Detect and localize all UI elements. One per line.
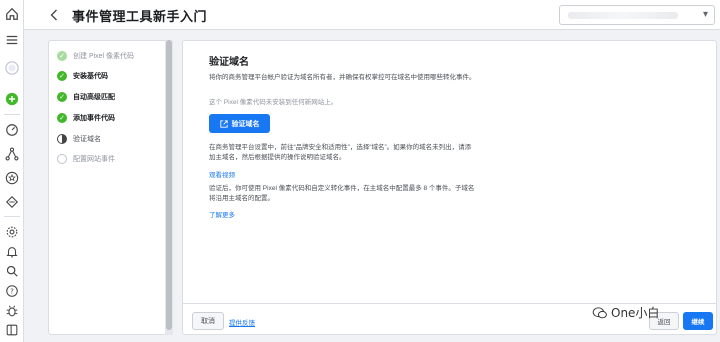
step-item: 配置网站事件 [57,154,115,164]
check-icon: ✓ [57,51,67,61]
step-item-current[interactable]: 验证域名 [57,134,101,144]
feedback-link[interactable]: 提供反馈 [229,317,255,327]
check-icon: ✓ [57,113,67,123]
step-label: 添加事件代码 [73,115,115,122]
bell-icon[interactable] [4,244,20,260]
check-icon: ✓ [57,92,67,102]
page-title: 事件管理工具新手入门 [72,9,208,24]
collapse-panel-icon[interactable] [4,322,20,338]
create-plus-icon[interactable] [4,91,20,107]
section-title: 验证域名 [209,57,249,68]
step-item[interactable]: ✓ 添加事件代码 [57,113,115,123]
svg-text:?: ? [10,288,14,296]
wechat-icon [592,306,607,318]
scrollbar-thumb[interactable] [166,40,172,330]
pixel-status-note: 这个 Pixel 像素代码未安装到任何新网站上。 [209,99,338,106]
step-label: 自动高级匹配 [73,94,115,101]
step-label: 验证域名 [73,136,101,143]
steps-panel: ✓ 创建 Pixel 像素代码 ✓ 安装基代码 ✓ 自动高级匹配 ✓ 添加事件代… [48,40,172,335]
verification-info-line: 验证后，你可使用 Pixel 像素代码和自定义转化事件，在主域名中配置最多 8 … [209,185,475,192]
avatar[interactable] [4,60,20,76]
dashboard-gauge-icon[interactable] [4,122,20,138]
learn-more-link[interactable]: 了解更多 [209,209,235,219]
check-icon: ✓ [57,71,67,81]
watermark: One小白 [592,304,659,321]
search-icon[interactable] [4,263,20,279]
watch-video-link[interactable]: 观看视频 [209,169,235,179]
help-icon[interactable]: ? [4,283,20,299]
menu-icon[interactable] [4,32,20,48]
verify-domain-button[interactable]: 验证域名 [209,114,270,133]
step-label: 创建 Pixel 像素代码 [73,53,135,60]
bug-report-icon[interactable] [4,303,20,319]
chevron-down-icon: ▾ [702,9,708,20]
half-circle-icon [57,134,67,144]
star-icon[interactable] [4,170,20,186]
step-item[interactable]: ✓ 创建 Pixel 像素代码 [57,51,134,61]
steps-scrollbar[interactable] [165,40,173,335]
page-header: 事件管理工具新手入门 ▾ [24,0,720,30]
step-label: 配置网站事件 [73,156,115,163]
step-item[interactable]: ✓ 自动高级匹配 [57,92,115,102]
settings-gear-icon[interactable] [4,224,20,240]
verification-info-line: 将沿用主域名的配置。 [209,195,274,202]
section-description: 将你的商务管理平台帐户验证为域名所有者，并确保有权掌控可在域名中使用哪些转化事件… [209,74,476,81]
main-card: 验证域名 将你的商务管理平台帐户验证为域名所有者，并确保有权掌控可在域名中使用哪… [182,40,717,335]
instructions-line: 在商务管理平台设置中，前往“品牌安全和适用性”，选择“域名”。如果你的域名未列出… [209,144,472,151]
step-label: 安装基代码 [73,73,108,80]
cancel-button[interactable]: 取消 [192,312,224,330]
diamond-icon[interactable] [4,194,20,210]
watermark-text: One小白 [611,306,660,320]
empty-circle-icon [57,154,67,164]
left-nav-rail: ? [0,0,24,342]
step-item[interactable]: ✓ 安装基代码 [57,71,108,81]
instructions-line: 加主域名，然后根据提供的操作说明验证域名。 [209,154,346,161]
continue-button[interactable]: 继续 [683,312,713,330]
back-chevron-icon[interactable] [46,6,62,24]
external-link-icon [219,119,228,128]
home-icon[interactable] [4,6,20,22]
verify-domain-button-label: 验证域名 [231,120,260,128]
account-selector[interactable]: ▾ [559,5,715,25]
network-nodes-icon[interactable] [4,146,20,162]
account-selector-value [568,12,678,19]
